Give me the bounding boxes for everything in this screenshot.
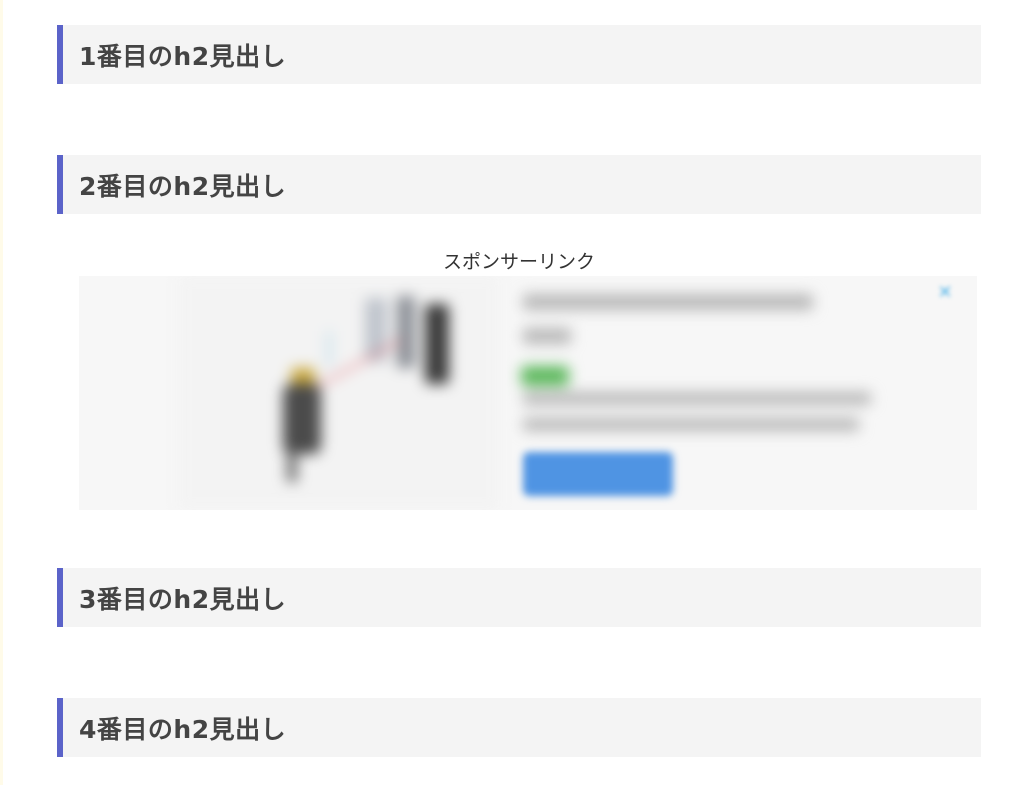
h2-heading-4: 4番目のh2見出し: [57, 698, 981, 757]
h2-heading-1: 1番目のh2見出し: [57, 25, 981, 84]
ad-choices-close-icon[interactable]: ✕: [934, 282, 956, 304]
h2-heading-3-text: 3番目のh2見出し: [79, 584, 287, 614]
sponsored-ad[interactable]: ✕: [79, 276, 977, 510]
h2-heading-4-text: 4番目のh2見出し: [79, 714, 287, 744]
h2-heading-2-text: 2番目のh2見出し: [79, 171, 287, 201]
ad-cta-button[interactable]: [523, 452, 673, 496]
ad-product-image[interactable]: [179, 276, 499, 510]
sponsor-link-label: スポンサーリンク: [442, 251, 595, 273]
h2-heading-1-text: 1番目のh2見出し: [79, 41, 287, 71]
ad-badge: [521, 366, 569, 386]
h2-heading-2: 2番目のh2見出し: [57, 155, 981, 214]
h2-heading-3: 3番目のh2見出し: [57, 568, 981, 627]
article-content: 1番目のh2見出し 2番目のh2見出し スポンサーリンク ✕ 3番目のh2見出し…: [0, 0, 1024, 785]
